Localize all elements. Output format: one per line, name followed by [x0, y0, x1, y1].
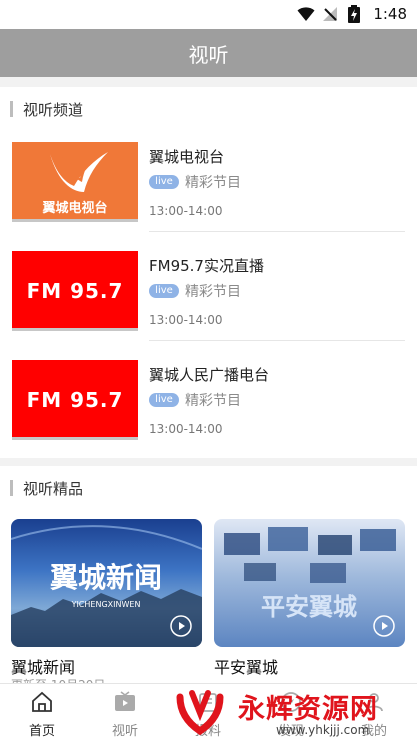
nav-item-av[interactable]: 视听 — [95, 690, 155, 740]
live-badge: live — [149, 284, 179, 298]
channel-thumbnail: FM 95.7 — [12, 360, 138, 440]
section-title: 视听频道 — [23, 100, 84, 119]
thumb-border — [12, 328, 138, 331]
status-bar: 1:48 — [0, 0, 417, 29]
section-title: 视听精品 — [23, 479, 84, 498]
channel-thumbnail: 翼城电视台 — [12, 142, 138, 222]
wifi-icon — [297, 5, 315, 23]
watermark: 永辉资源网 www.yhkjjj.com — [166, 683, 417, 743]
channel-name: 翼城电视台 — [149, 148, 225, 166]
section-accent-bar — [10, 480, 13, 496]
channel-time: 13:00-14:00 — [149, 204, 223, 218]
tile-title: 翼城新闻 — [11, 658, 76, 677]
watermark-logo-icon — [176, 690, 224, 736]
live-badge: live — [149, 175, 179, 189]
channel-item-tv[interactable]: 翼城电视台 翼城电视台 live 精彩节目 13:00-14:00 — [12, 132, 405, 232]
divider — [149, 231, 405, 232]
tile-title: 平安翼城 — [214, 658, 279, 677]
channel-time: 13:00-14:00 — [149, 313, 223, 327]
channel-desc: 精彩节目 — [185, 393, 241, 409]
signal-icon — [321, 5, 339, 23]
tv-icon — [115, 691, 135, 711]
channels-section: 视听频道 翼城电视台 翼城电视台 live 精彩节目 13:00-14:00 F… — [0, 87, 417, 458]
section-header: 视听频道 — [10, 99, 83, 119]
play-icon[interactable] — [170, 615, 192, 637]
thumb-text: FM 95.7 — [26, 279, 124, 303]
channel-item-radio[interactable]: FM 95.7 翼城人民广播电台 live 精彩节目 13:00-14:00 — [12, 350, 405, 450]
play-icon[interactable] — [373, 615, 395, 637]
live-badge: live — [149, 393, 179, 407]
watermark-text: 永辉资源网 — [238, 694, 378, 725]
nav-item-home[interactable]: 首页 — [12, 690, 72, 740]
page-title: 视听 — [188, 42, 229, 67]
bird-logo-icon: 翼城电视台 — [41, 152, 108, 216]
featured-tile-news[interactable]: 翼城新闻 YICHENGXINWEN — [11, 519, 202, 647]
channel-time: 13:00-14:00 — [149, 422, 223, 436]
battery-icon — [345, 5, 363, 23]
nav-label: 视听 — [111, 724, 138, 739]
nav-label: 首页 — [28, 724, 55, 739]
home-icon — [32, 691, 52, 712]
watermark-url: www.yhkjjj.com — [276, 723, 370, 737]
svg-text:平安翼城: 平安翼城 — [261, 593, 357, 621]
app-bar: 视听 — [0, 29, 417, 77]
section-header: 视听精品 — [10, 478, 83, 498]
divider — [149, 340, 405, 341]
svg-text:翼城新闻: 翼城新闻 — [50, 561, 162, 594]
featured-tile-safety[interactable]: 平安翼城 — [214, 519, 405, 647]
thumb-border — [12, 219, 138, 222]
channel-desc: 精彩节目 — [185, 284, 241, 300]
section-accent-bar — [10, 101, 13, 117]
thumb-text: 翼城电视台 — [41, 200, 107, 216]
thumb-text: FM 95.7 — [26, 388, 124, 412]
svg-text:YICHENGXINWEN: YICHENGXINWEN — [71, 600, 141, 609]
thumb-border — [12, 437, 138, 440]
status-time: 1:48 — [373, 5, 407, 23]
channel-name: FM95.7实况直播 — [149, 257, 264, 275]
channel-thumbnail: FM 95.7 — [12, 251, 138, 331]
status-icons: 1:48 — [297, 4, 407, 24]
channel-desc: 精彩节目 — [185, 175, 241, 191]
channel-item-fm[interactable]: FM 95.7 FM95.7实况直播 live 精彩节目 13:00-14:00 — [12, 241, 405, 341]
featured-section: 视听精品 翼城新闻 YICHENGXINWEN 平安翼城 翼城新闻 平安翼城 — [0, 466, 417, 692]
channel-name: 翼城人民广播电台 — [149, 366, 270, 384]
